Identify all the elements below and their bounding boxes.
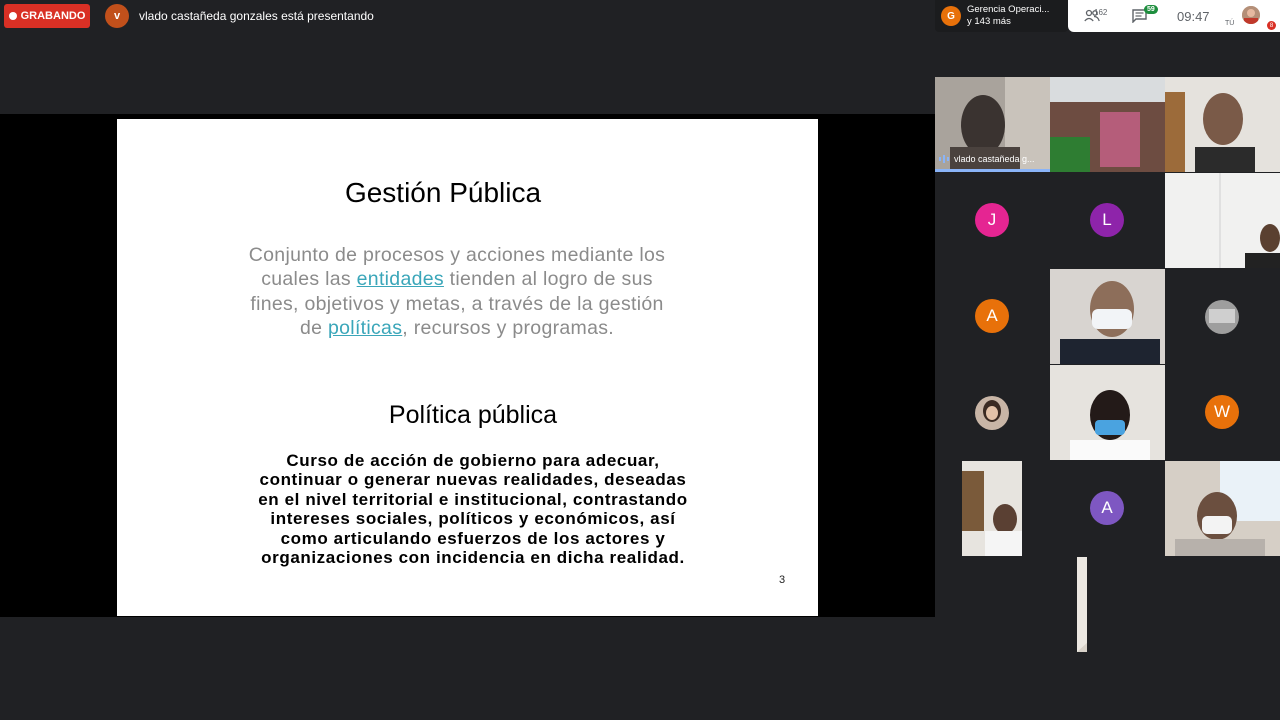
presenter-avatar: v [105, 4, 129, 28]
participant-tile-j[interactable]: J [935, 173, 1050, 268]
self-label: TÚ [1225, 20, 1235, 27]
participant-video [1050, 365, 1165, 460]
participant-name-label: vlado castañeda g... [954, 154, 1035, 164]
meeting-name-line1: Gerencia Operaci... [967, 4, 1050, 15]
participant-video [1050, 269, 1165, 364]
participant-video [1165, 77, 1280, 172]
participant-avatar-photo [975, 396, 1009, 430]
participant-tile-masked-woman[interactable] [1050, 365, 1165, 460]
participant-video [1165, 461, 1280, 556]
participant-tile-man[interactable] [1165, 77, 1280, 172]
participant-video [962, 461, 1022, 556]
status-toolbar: 162 59 09:47 TÚ 8 [1068, 0, 1280, 32]
participant-tile-w[interactable]: W [1165, 365, 1280, 460]
slide-link-politicas: políticas [328, 316, 403, 339]
slide-page-number: 3 [779, 574, 786, 586]
speaking-indicator [935, 169, 1050, 172]
recording-label: GRABANDO [20, 10, 86, 22]
participant-tile-empty [1087, 557, 1202, 652]
participant-tile-speaker[interactable]: vlado castañeda g... [935, 77, 1050, 172]
self-avatar-image [1242, 6, 1260, 24]
recording-badge: GRABANDO [4, 4, 90, 28]
participant-video [1165, 173, 1280, 268]
meeting-participants-chip[interactable]: G Gerencia Operaci... y 143 más [935, 0, 1068, 32]
participant-avatar: W [1205, 395, 1239, 429]
participant-avatar: A [1090, 491, 1124, 525]
people-count: 162 [1094, 8, 1108, 17]
meeting-avatar: G [941, 6, 961, 26]
chat-button[interactable] [1132, 0, 1147, 32]
participant-video [1050, 77, 1165, 172]
chat-count-badge: 59 [1144, 5, 1158, 14]
meeting-name-line2: y 143 más [967, 16, 1011, 27]
slide-title: Gestión Pública [344, 177, 542, 208]
participant-tile-woman-photo[interactable] [935, 365, 1050, 460]
participant-avatar-photo [1205, 300, 1239, 334]
meeting-name: Gerencia Operaci... y 143 más [967, 4, 1049, 28]
participant-tile-a2[interactable]: A [1050, 461, 1165, 556]
self-avatar[interactable] [1242, 6, 1260, 24]
presenter-status-text: vlado castañeda gonzales está presentand… [139, 9, 374, 23]
presentation-slide: Gestión Pública Conjunto de procesos y a… [117, 119, 818, 616]
clock: 09:47 [1177, 9, 1210, 24]
participant-tile-photo[interactable] [1165, 269, 1280, 364]
participant-tile-whiteboard[interactable] [1165, 173, 1280, 268]
slide-subtitle: Política pública [388, 401, 558, 429]
slide-paragraph-politica: Curso de acción de gobierno para adecuar… [258, 451, 688, 568]
participant-avatar: J [975, 203, 1009, 237]
slide-link-entidades: entidades [356, 268, 444, 291]
participant-name: vlado castañeda g... [939, 154, 1035, 164]
self-notification-badge: 8 [1267, 21, 1276, 30]
speaking-icon [939, 155, 949, 163]
participant-tile-lab[interactable] [935, 461, 1050, 556]
slide-paragraph-text-3: , recursos y programas. [402, 316, 614, 339]
participant-tile-a[interactable]: A [935, 269, 1050, 364]
slide-paragraph-gestion: Conjunto de procesos y acciones mediante… [237, 243, 677, 340]
participant-avatar: L [1090, 203, 1124, 237]
participant-tile-masked-man[interactable] [1050, 269, 1165, 364]
participant-tile-room[interactable] [1050, 77, 1165, 172]
participant-tile-l[interactable]: L [1050, 173, 1165, 268]
participant-avatar: A [975, 299, 1009, 333]
participant-tile-window[interactable] [1165, 461, 1280, 556]
recording-dot-icon [8, 12, 17, 20]
